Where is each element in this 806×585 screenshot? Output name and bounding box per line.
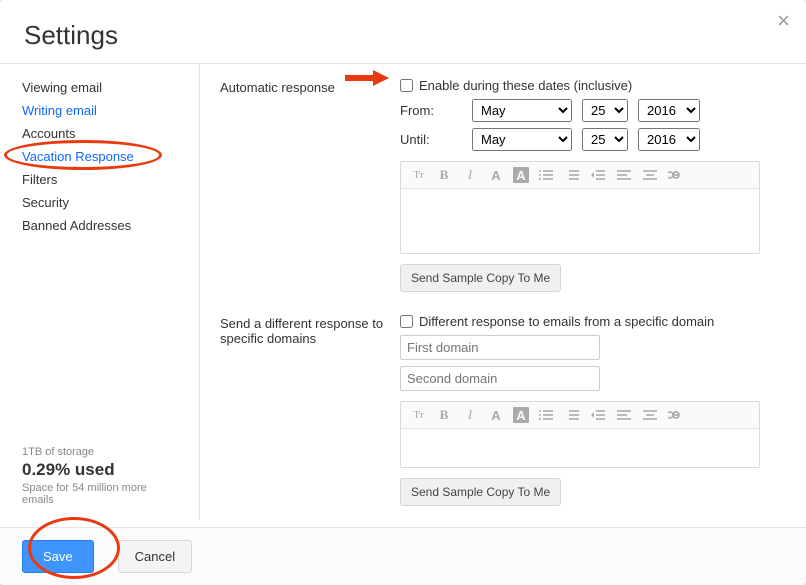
domain-response-checkbox[interactable] bbox=[400, 315, 413, 328]
from-day-select[interactable]: 25 bbox=[582, 99, 628, 122]
domain-response-label: Different response to emails from a spec… bbox=[419, 314, 714, 329]
send-sample-button[interactable]: Send Sample Copy To Me bbox=[400, 264, 561, 292]
enable-vacation-checkbox[interactable] bbox=[400, 79, 413, 92]
outdent-icon[interactable] bbox=[589, 166, 607, 184]
save-button[interactable]: Save bbox=[22, 540, 94, 573]
bold-icon[interactable]: B bbox=[435, 166, 453, 184]
domain-message-editor: Tᴛ B I A A bbox=[400, 401, 760, 468]
until-month-select[interactable]: May bbox=[472, 128, 572, 151]
storage-used: 0.29% used bbox=[22, 460, 177, 480]
align-center-icon[interactable] bbox=[641, 166, 659, 184]
numbered-list-icon[interactable] bbox=[563, 406, 581, 424]
sidebar-item-accounts[interactable]: Accounts bbox=[0, 122, 199, 145]
vacation-message-textarea[interactable] bbox=[401, 189, 759, 253]
align-center-icon[interactable] bbox=[641, 406, 659, 424]
section-label-automatic-response: Automatic response bbox=[220, 78, 400, 292]
italic-icon[interactable]: I bbox=[461, 166, 479, 184]
from-label: From: bbox=[400, 103, 462, 118]
link-icon[interactable] bbox=[667, 406, 685, 424]
text-size-icon[interactable]: Tᴛ bbox=[409, 406, 427, 424]
align-left-icon[interactable] bbox=[615, 166, 633, 184]
sidebar-item-writing-email[interactable]: Writing email bbox=[0, 99, 199, 122]
close-icon[interactable]: × bbox=[777, 10, 790, 32]
storage-total: 1TB of storage bbox=[22, 446, 177, 458]
sidebar-item-banned-addresses[interactable]: Banned Addresses bbox=[0, 214, 199, 237]
enable-vacation-label: Enable during these dates (inclusive) bbox=[419, 78, 632, 93]
first-domain-input[interactable] bbox=[400, 335, 600, 360]
from-year-select[interactable]: 2016 bbox=[638, 99, 700, 122]
text-size-icon[interactable]: Tᴛ bbox=[409, 166, 427, 184]
until-day-select[interactable]: 25 bbox=[582, 128, 628, 151]
text-color-icon[interactable]: A bbox=[487, 166, 505, 184]
settings-sidebar: Viewing email Writing email Accounts Vac… bbox=[0, 64, 200, 520]
sidebar-item-security[interactable]: Security bbox=[0, 191, 199, 214]
sidebar-item-filters[interactable]: Filters bbox=[0, 168, 199, 191]
sidebar-item-viewing-email[interactable]: Viewing email bbox=[0, 76, 199, 99]
storage-meter: 1TB of storage 0.29% used Space for 54 m… bbox=[0, 440, 199, 512]
bold-icon[interactable]: B bbox=[435, 406, 453, 424]
domain-message-textarea[interactable] bbox=[401, 429, 759, 467]
vacation-message-editor: Tᴛ B I A A bbox=[400, 161, 760, 254]
storage-remaining: Space for 54 million more emails bbox=[22, 482, 177, 506]
from-month-select[interactable]: May bbox=[472, 99, 572, 122]
bullet-list-icon[interactable] bbox=[537, 406, 555, 424]
sidebar-item-vacation-response[interactable]: Vacation Response bbox=[0, 145, 199, 168]
highlight-icon[interactable]: A bbox=[513, 167, 529, 183]
italic-icon[interactable]: I bbox=[461, 406, 479, 424]
outdent-icon[interactable] bbox=[589, 406, 607, 424]
link-icon[interactable] bbox=[667, 166, 685, 184]
until-label: Until: bbox=[400, 132, 462, 147]
page-title: Settings bbox=[24, 20, 782, 51]
send-sample-domain-button[interactable]: Send Sample Copy To Me bbox=[400, 478, 561, 506]
second-domain-input[interactable] bbox=[400, 366, 600, 391]
text-color-icon[interactable]: A bbox=[487, 406, 505, 424]
section-label-domain-response: Send a different response to specific do… bbox=[220, 314, 400, 506]
numbered-list-icon[interactable] bbox=[563, 166, 581, 184]
cancel-button[interactable]: Cancel bbox=[118, 540, 192, 573]
bullet-list-icon[interactable] bbox=[537, 166, 555, 184]
align-left-icon[interactable] bbox=[615, 406, 633, 424]
until-year-select[interactable]: 2016 bbox=[638, 128, 700, 151]
highlight-icon[interactable]: A bbox=[513, 407, 529, 423]
